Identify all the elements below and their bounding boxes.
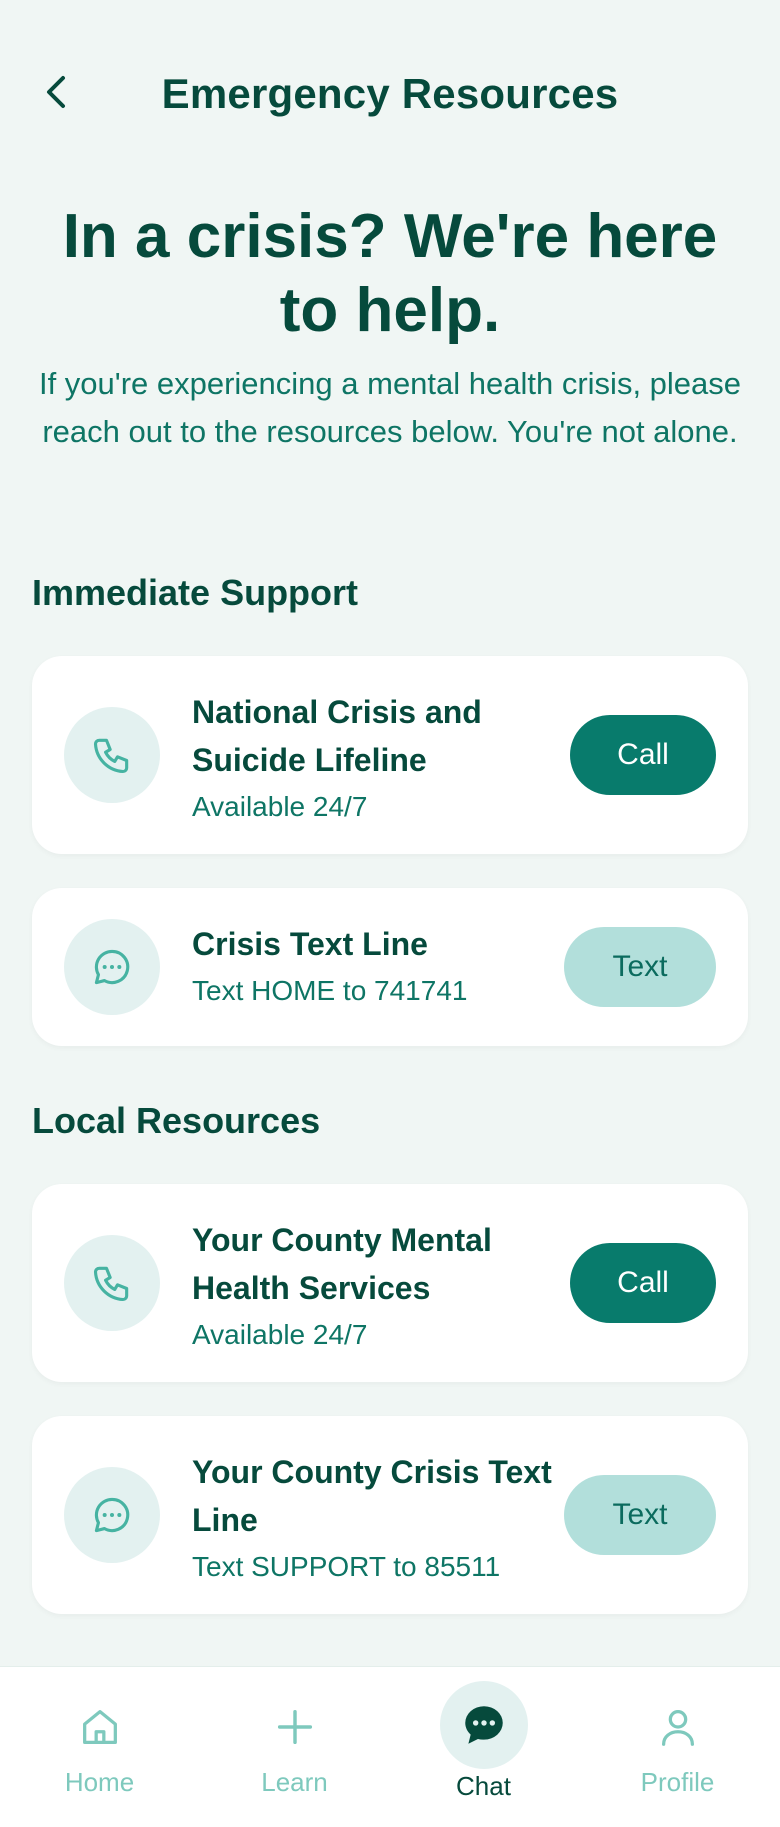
- resource-card: National Crisis and Suicide Lifeline Ava…: [32, 656, 748, 854]
- nav-label: Profile: [640, 1767, 715, 1797]
- nav-label: Home: [64, 1767, 135, 1797]
- page-title: Emergency Resources: [161, 70, 619, 117]
- resource-info: Your County Crisis Text Line Text SUPPOR…: [192, 1448, 552, 1588]
- resource-detail: Text SUPPORT to 85511: [192, 1551, 501, 1582]
- resource-info: Crisis Text Line Text HOME to 741741: [192, 920, 552, 1012]
- phone-icon: [64, 1235, 160, 1331]
- chat-bubble-icon: [64, 919, 160, 1015]
- resource-card: Your County Mental Health Services Avail…: [32, 1184, 748, 1382]
- phone-icon: [64, 707, 160, 803]
- text-button[interactable]: Text: [564, 1475, 716, 1555]
- active-indicator: [439, 1681, 528, 1769]
- resource-name: Crisis Text Line: [192, 926, 428, 962]
- plus-icon: [269, 1701, 321, 1753]
- resource-detail: Available 24/7: [192, 791, 368, 822]
- section-title-local-resources: Local Resources: [32, 1100, 321, 1141]
- nav-item-profile[interactable]: Profile: [580, 1667, 775, 1827]
- nav-label: Learn: [261, 1767, 328, 1797]
- hero-title: In a crisis? We're here to help.: [62, 202, 718, 345]
- text-button[interactable]: Text: [564, 927, 716, 1007]
- resource-name: Your County Mental Health Services: [192, 1222, 492, 1306]
- hero-subtitle: If you're experiencing a mental health c…: [38, 366, 742, 449]
- call-button[interactable]: Call: [570, 715, 716, 795]
- nav-item-home[interactable]: Home: [2, 1667, 197, 1827]
- chat-icon: [464, 1706, 503, 1744]
- app-header: Emergency Resources: [0, 56, 780, 128]
- nav-label: Chat: [456, 1771, 511, 1801]
- resource-card: Crisis Text Line Text HOME to 741741 Tex…: [32, 888, 748, 1046]
- nav-item-learn[interactable]: Learn: [197, 1667, 392, 1827]
- resource-name: National Crisis and Suicide Lifeline: [192, 694, 482, 778]
- resource-card: Your County Crisis Text Line Text SUPPOR…: [32, 1416, 748, 1614]
- section-title-immediate-support: Immediate Support: [32, 572, 359, 613]
- resource-detail: Text HOME to 741741: [192, 975, 468, 1006]
- user-icon: [652, 1701, 704, 1753]
- bottom-nav: Home Learn Chat Profile: [0, 1666, 780, 1827]
- nav-item-chat[interactable]: Chat: [386, 1667, 581, 1827]
- home-icon: [74, 1701, 126, 1753]
- resource-info: Your County Mental Health Services Avail…: [192, 1216, 552, 1356]
- resource-name: Your County Crisis Text Line: [192, 1454, 552, 1538]
- resource-info: National Crisis and Suicide Lifeline Ava…: [192, 688, 552, 828]
- resource-detail: Available 24/7: [192, 1319, 368, 1350]
- call-button[interactable]: Call: [570, 1243, 716, 1323]
- chat-bubble-icon: [64, 1467, 160, 1563]
